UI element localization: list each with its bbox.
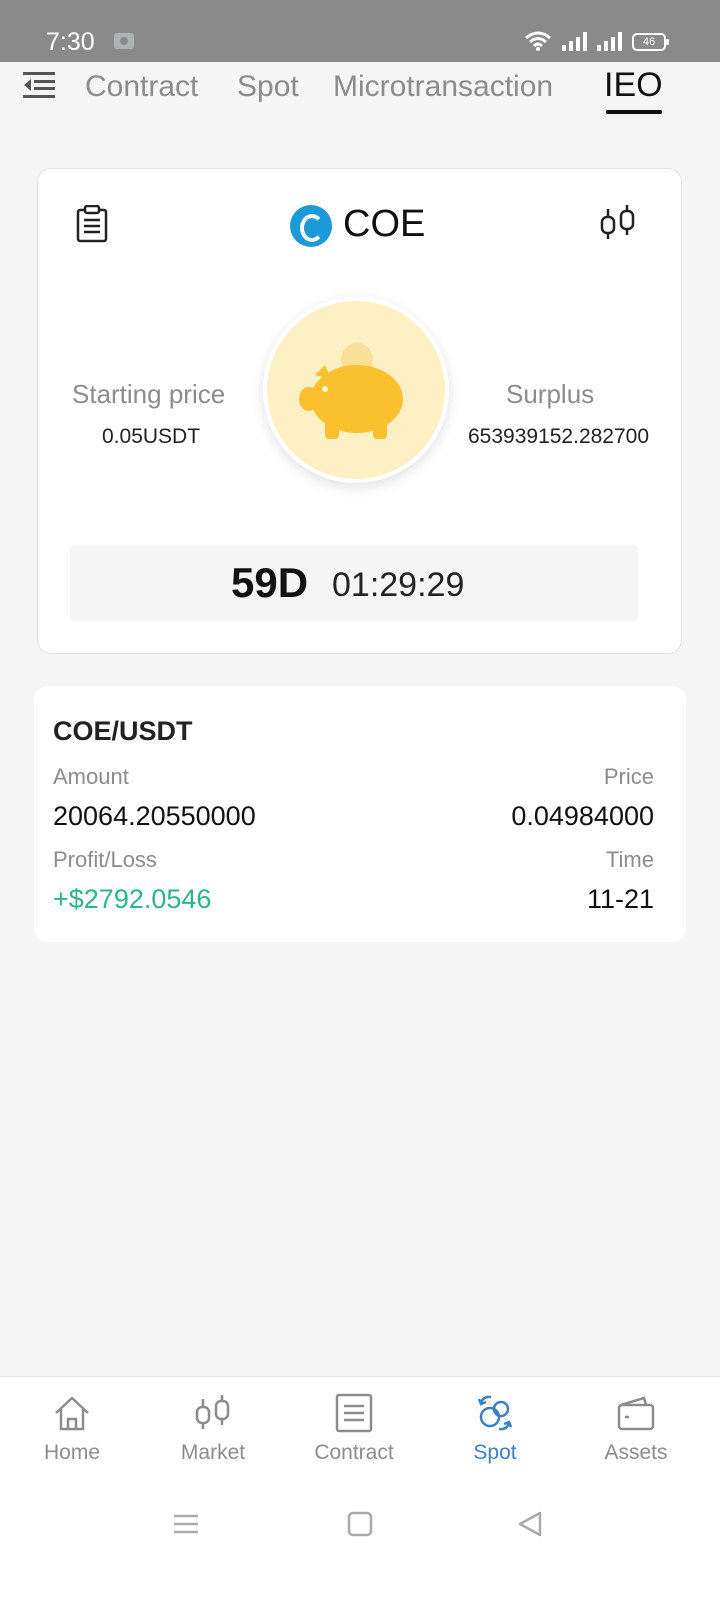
tab-microtransaction[interactable]: Microtransaction bbox=[333, 70, 553, 104]
exchange-icon bbox=[477, 1395, 513, 1431]
amount-value: 20064.20550000 bbox=[53, 801, 256, 831]
nav-contract[interactable]: Contract bbox=[282, 1377, 426, 1487]
active-tab-indicator bbox=[606, 110, 662, 114]
system-nav-bar bbox=[0, 1486, 720, 1600]
clipboard-icon[interactable] bbox=[76, 205, 108, 243]
piggy-bank-badge bbox=[263, 297, 449, 483]
trade-pair: COE/USDT bbox=[53, 716, 193, 746]
starting-price-label: Starting price bbox=[72, 379, 226, 409]
piggy-bank-icon bbox=[299, 343, 403, 439]
coin-name: COE bbox=[343, 203, 426, 245]
nav-spot-label: Spot bbox=[473, 1441, 517, 1464]
tab-contract[interactable]: Contract bbox=[85, 70, 198, 104]
back-icon[interactable] bbox=[516, 1510, 544, 1538]
signal-icon-2 bbox=[597, 31, 622, 51]
status-time: 7:30 bbox=[46, 28, 95, 56]
coe-logo-icon bbox=[290, 205, 332, 247]
tab-ieo[interactable]: IEO bbox=[604, 66, 663, 105]
countdown-days: 59D bbox=[231, 559, 309, 606]
wifi-icon bbox=[525, 31, 551, 51]
time-label: Time bbox=[605, 847, 654, 872]
candlestick-icon bbox=[195, 1395, 230, 1429]
document-icon bbox=[335, 1393, 373, 1433]
status-bar: 7:30 46 bbox=[0, 0, 720, 62]
top-tabs: Contract Spot Microtransaction IEO bbox=[0, 62, 720, 122]
price-label: Price bbox=[603, 764, 654, 789]
nav-assets[interactable]: Assets bbox=[564, 1377, 708, 1487]
surplus-label: Surplus bbox=[506, 379, 595, 409]
battery-icon: 46 bbox=[632, 33, 669, 51]
home-button-icon[interactable] bbox=[346, 1510, 374, 1538]
countdown-timer: 59D 01:29:29 bbox=[70, 545, 638, 621]
nav-home[interactable]: Home bbox=[0, 1377, 144, 1487]
nav-home-label: Home bbox=[43, 1441, 101, 1464]
wallet-icon bbox=[617, 1396, 655, 1431]
tab-spot[interactable]: Spot bbox=[237, 70, 299, 104]
countdown-time: 01:29:29 bbox=[332, 566, 465, 604]
profit-loss-value: +$2792.0546 bbox=[53, 884, 212, 914]
status-indicators: 46 bbox=[524, 31, 669, 51]
profit-loss-label: Profit/Loss bbox=[53, 847, 157, 872]
surplus-value: 653939152.282700 bbox=[468, 425, 650, 448]
bottom-nav: Home Market Contract Spot Assets bbox=[0, 1376, 720, 1486]
screenshot-icon bbox=[114, 33, 134, 49]
home-icon bbox=[55, 1396, 89, 1431]
price-value: 0.04984000 bbox=[511, 801, 654, 831]
candlestick-icon[interactable] bbox=[598, 203, 638, 243]
menu-indent-icon[interactable] bbox=[22, 68, 56, 102]
time-value: 11-21 bbox=[586, 884, 654, 914]
recent-apps-icon[interactable] bbox=[172, 1510, 200, 1538]
nav-market-label: Market bbox=[180, 1441, 246, 1464]
nav-assets-label: Assets bbox=[604, 1441, 668, 1464]
nav-market[interactable]: Market bbox=[141, 1377, 285, 1487]
nav-spot[interactable]: Spot bbox=[423, 1377, 567, 1487]
ieo-card: COE Starting price 0.05USDT Surplus 6539… bbox=[37, 168, 682, 654]
trade-record-card[interactable]: COE/USDT Amount 20064.20550000 Price 0.0… bbox=[34, 686, 686, 942]
signal-icon bbox=[562, 31, 587, 51]
nav-contract-label: Contract bbox=[314, 1441, 394, 1464]
amount-label: Amount bbox=[53, 764, 129, 789]
starting-price-value: 0.05USDT bbox=[102, 425, 201, 448]
